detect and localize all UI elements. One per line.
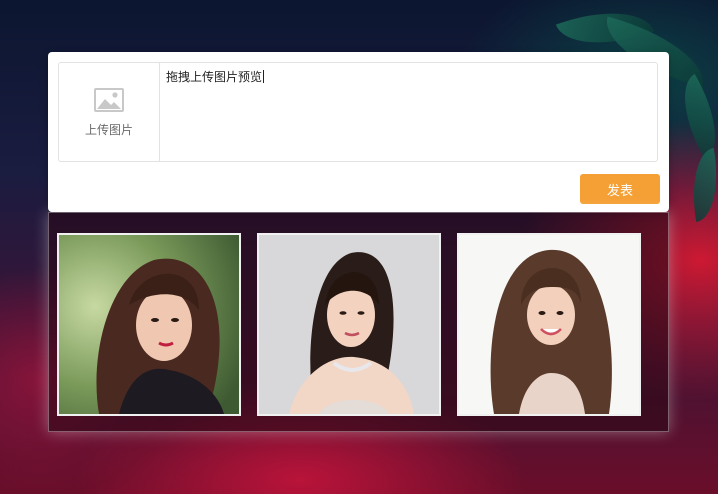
background-leaf <box>684 147 718 223</box>
publish-button[interactable]: 发表 <box>580 174 660 204</box>
upload-image-label: 上传图片 <box>84 122 133 137</box>
portrait-photo-2-icon <box>259 235 439 414</box>
portrait-photo-3-icon <box>459 235 639 414</box>
editor-box: 上传图片 拖拽上传图片预览 <box>58 62 658 162</box>
text-caret <box>263 70 265 83</box>
background-leaf <box>665 73 718 161</box>
preview-photo-3[interactable] <box>457 233 641 416</box>
preview-photo-1[interactable] <box>57 233 241 416</box>
image-preview-gallery <box>48 212 669 432</box>
portrait-photo-1-icon <box>59 235 239 414</box>
post-text-input[interactable]: 拖拽上传图片预览 <box>160 63 657 161</box>
post-text-value: 拖拽上传图片预览 <box>166 70 263 84</box>
post-composer-card: 上传图片 拖拽上传图片预览 发表 <box>48 52 669 212</box>
upload-image-button[interactable]: 上传图片 <box>59 63 160 161</box>
image-icon <box>94 87 124 112</box>
preview-photo-2[interactable] <box>257 233 441 416</box>
